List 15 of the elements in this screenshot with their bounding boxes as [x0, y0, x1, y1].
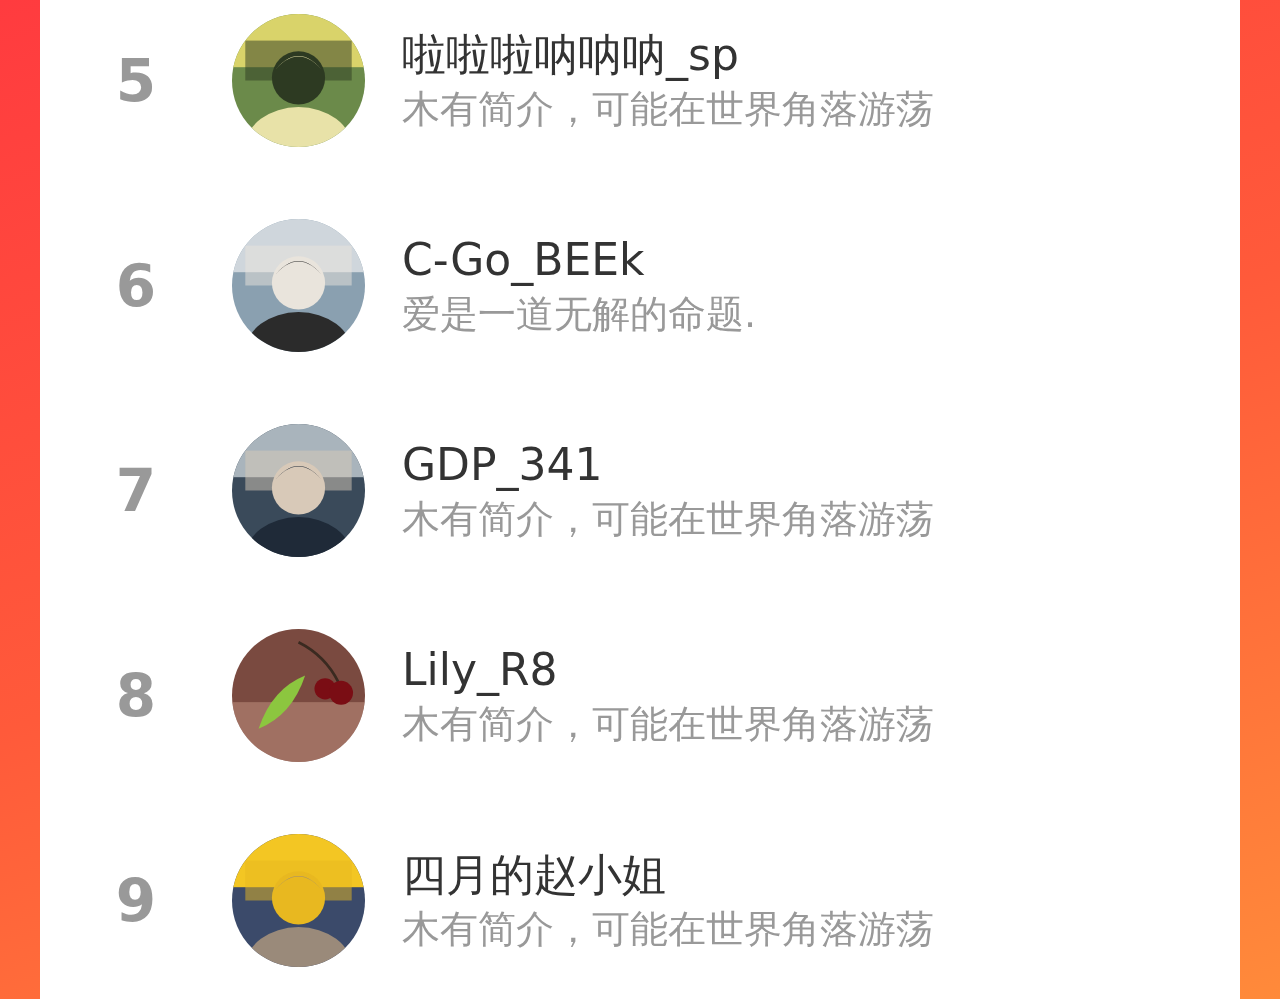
user-bio: 爱是一道无解的命题. — [402, 290, 757, 338]
user-name[interactable]: 啦啦啦呐呐呐_sp — [402, 27, 934, 82]
user-bio: 木有简介，可能在世界角落游荡 — [402, 495, 934, 543]
user-name[interactable]: Lily_R8 — [402, 642, 934, 697]
user-bio: 木有简介，可能在世界角落游荡 — [402, 700, 934, 748]
user-name[interactable]: 四月的赵小姐 — [402, 847, 934, 902]
rank-number: 5 — [114, 46, 158, 115]
rank-number: 6 — [114, 251, 158, 320]
user-name[interactable]: C-Go_BEEk — [402, 232, 757, 287]
user-name[interactable]: GDP_341 — [402, 437, 934, 492]
rank-number: 9 — [114, 866, 158, 935]
rank-number: 7 — [114, 456, 158, 525]
user-bio: 木有简介，可能在世界角落游荡 — [402, 85, 934, 133]
rank-number: 8 — [114, 661, 158, 730]
user-bio: 木有简介，可能在世界角落游荡 — [402, 905, 934, 953]
